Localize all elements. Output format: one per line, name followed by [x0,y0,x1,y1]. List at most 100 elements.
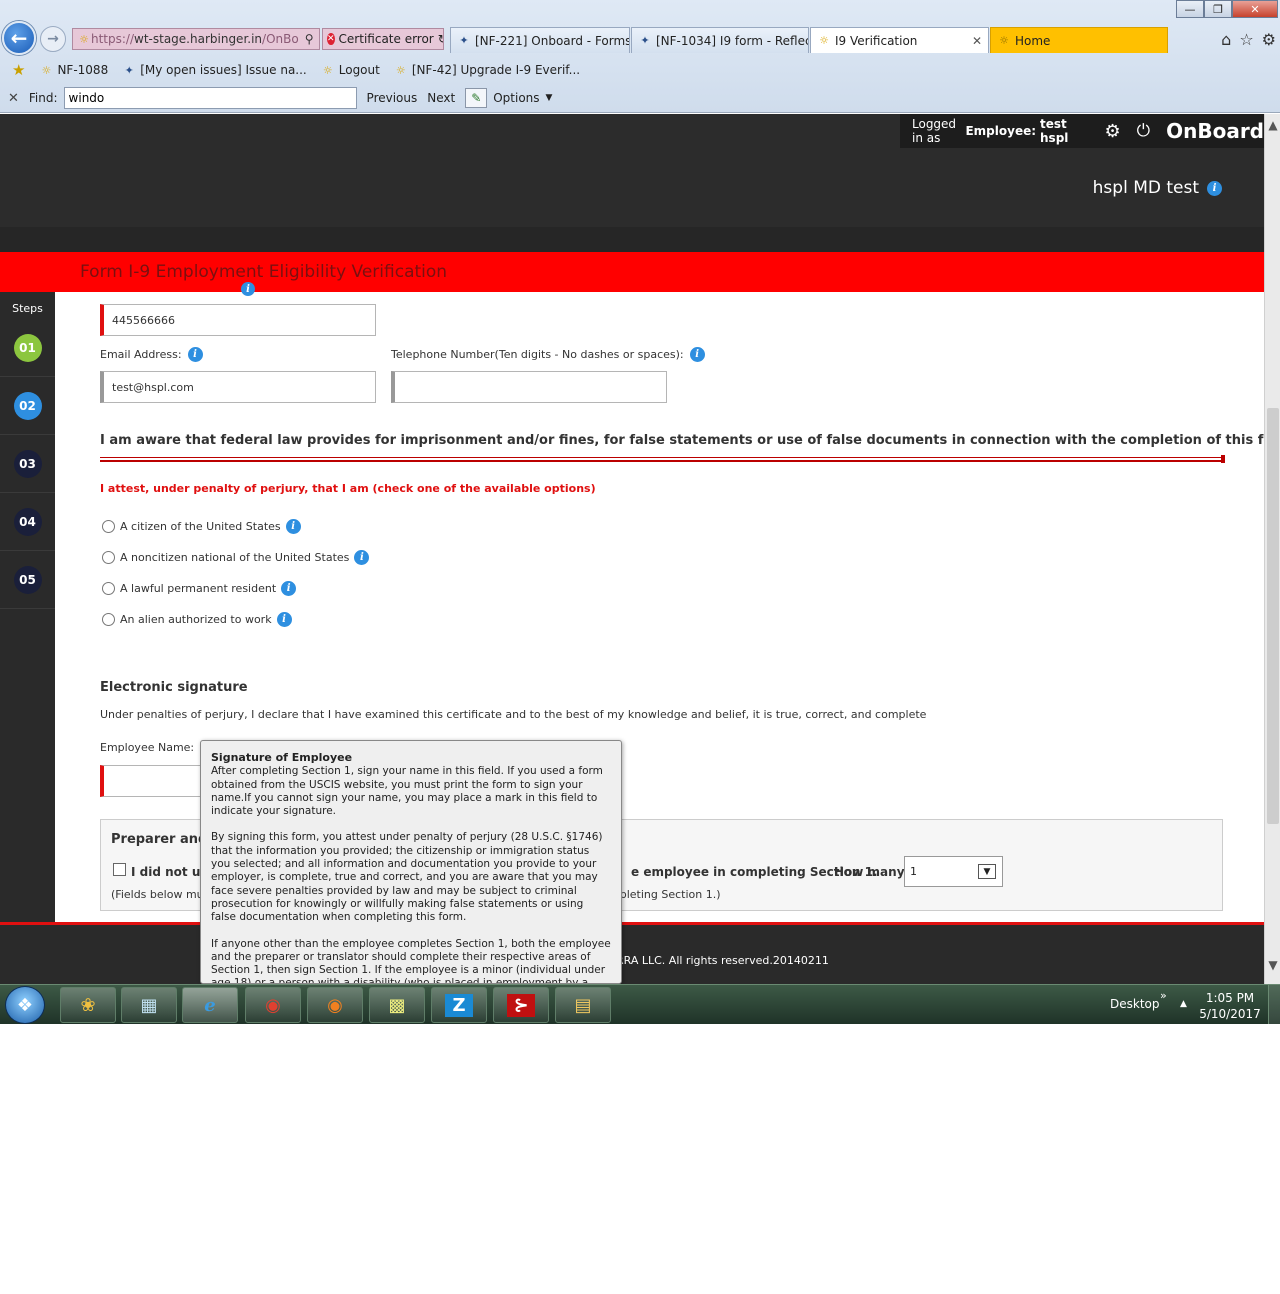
tab-i9-verification[interactable]: ☼ I9 Verification ✕ [810,27,989,53]
info-icon[interactable]: i [281,581,297,596]
employee-name-label: Employee Name: i [100,740,216,755]
preparer-title: Preparer and/ [111,832,213,847]
home-icon[interactable]: ⌂ [1221,30,1231,49]
favorite-nf-1088[interactable]: ☼ NF-1088 [39,63,109,77]
option-citizen[interactable]: A citizen of the United States i [102,519,301,534]
chevron-down-icon[interactable]: ▼ [978,864,996,879]
start-button[interactable]: ❖ [5,986,45,1024]
taskbar-chrome[interactable]: ◉ [245,987,301,1023]
chevron-right-icon[interactable]: » [1160,989,1167,1002]
federal-law-warning: I am aware that federal law provides for… [100,433,1264,448]
info-icon[interactable]: i [285,519,301,534]
favorite-my-open-issues[interactable]: ✦ [My open issues] Issue na... [122,63,307,77]
gear-icon[interactable]: ⚙ [1105,121,1121,142]
refresh-icon[interactable]: ↻ [438,32,443,46]
step-05[interactable]: 05 [0,551,55,609]
ssn-input[interactable]: 445566666 [100,304,376,336]
step-02[interactable]: 02 [0,377,55,435]
info-icon[interactable]: i [1207,180,1222,196]
option-alien-authorized[interactable]: An alien authorized to work i [102,612,292,627]
phone-label-text: Telephone Number(Ten digits - No dashes … [391,348,684,361]
option-label: A noncitizen national of the United Stat… [120,551,350,564]
scroll-thumb[interactable] [1267,408,1279,824]
find-options-button[interactable]: ✎ Options ▼ [465,88,552,108]
phone-field[interactable] [391,371,667,403]
maximize-button[interactable]: ❐ [1204,0,1232,18]
tray-arrow-icon[interactable]: ▲ [1180,999,1187,1009]
taskbar-zoho[interactable]: Z [431,987,487,1023]
step-04[interactable]: 04 [0,493,55,551]
sub-header [0,227,1264,252]
option-label: A lawful permanent resident [120,582,277,595]
citizen-radio[interactable] [102,520,115,533]
form-title: Form I-9 Employment Eligibility Verifica… [80,262,448,282]
how-many-select[interactable]: 1 ▼ [904,856,1003,887]
certificate-error-badge[interactable]: ✕ Certificate error ↻ [322,28,444,50]
address-bar[interactable]: ☼ https://wt-stage.harbinger.in/OnBo ⚲ [72,28,320,50]
taskbar-file-explorer[interactable]: ▤ [555,987,611,1023]
user-role: Employee: [965,124,1037,138]
favorites-star-icon[interactable]: ★ [12,61,25,79]
desktop-toolbar-label[interactable]: Desktop [1110,997,1160,1011]
find-previous-button[interactable]: Previous [367,91,418,105]
permanent-resident-radio[interactable] [102,582,115,595]
preparer-note-end: mpleting Section 1.) [609,888,721,901]
info-icon[interactable]: i [276,612,292,627]
taskbar-sticky-notes[interactable]: ▩ [369,987,425,1023]
info-icon[interactable]: i [689,347,705,362]
back-button[interactable]: ← [2,21,36,55]
minimize-button[interactable]: — [1176,0,1204,18]
ie-page-icon: ☼ [999,34,1009,47]
favorites-star-icon[interactable]: ☆ [1239,30,1253,49]
favorite-logout[interactable]: ☼ Logout [321,63,380,77]
power-icon[interactable]: ⏻ [1137,121,1150,141]
scroll-down-icon[interactable]: ▼ [1265,954,1280,976]
close-tab-icon[interactable]: ✕ [972,34,982,48]
info-icon[interactable]: i [354,550,370,565]
forward-button[interactable]: → [40,26,66,52]
url-scheme: https:// [91,32,135,46]
option-noncitizen-national[interactable]: A noncitizen national of the United Stat… [102,550,370,565]
step-number: 03 [13,449,42,478]
windows-taskbar: ❖ ❀ ▦ e ◉ ◉ ▩ Z ⊱ ▤ Desktop » ▲ 1:05 PM … [0,984,1280,1024]
highlight-pencil-icon[interactable]: ✎ [465,88,488,108]
settings-gear-icon[interactable]: ⚙ [1262,30,1276,49]
tab-nf-1034[interactable]: ✦ [NF-1034] I9 form - Reflecti... [631,27,809,53]
info-icon[interactable]: i [241,282,255,296]
taskbar-internet-explorer[interactable]: e [182,987,238,1023]
preparer-note: (Fields below must [111,888,214,901]
close-window-button[interactable]: ✕ [1232,0,1278,18]
favorite-nf-42[interactable]: ☼ [NF-42] Upgrade I-9 Everif... [394,63,580,77]
tab-nf-221[interactable]: ✦ [NF-221] Onboard - Forms ... [450,27,630,53]
ie-page-icon: ☼ [395,63,406,77]
notes-icon: ▦ [140,994,158,1016]
option-permanent-resident[interactable]: A lawful permanent resident i [102,581,297,596]
taskbar-paint[interactable]: ❀ [60,987,116,1023]
windows-logo-icon: ❖ [16,994,34,1016]
tooltip-paragraph: If anyone other than the employee comple… [211,937,611,984]
find-next-button[interactable]: Next [427,91,455,105]
scroll-up-icon[interactable]: ▲ [1265,114,1280,136]
preparer-checkbox[interactable] [113,863,126,876]
window-controls: — ❐ ✕ [1176,0,1278,18]
taskbar-notes[interactable]: ▦ [121,987,177,1023]
esignature-declaration: Under penalties of perjury, I declare th… [100,708,927,721]
system-clock[interactable]: 1:05 PM 5/10/2017 [1195,990,1265,1022]
step-01[interactable]: 01 [0,319,55,377]
tooltip-paragraph: After completing Section 1, sign your na… [211,765,603,818]
info-icon[interactable]: i [187,347,203,362]
vertical-scrollbar[interactable]: ▲ ▼ [1264,114,1280,984]
search-icon: ⚲ [304,32,314,46]
alien-authorized-radio[interactable] [102,613,115,626]
step-03[interactable]: 03 [0,435,55,493]
tab-home[interactable]: ☼ Home [990,27,1168,53]
error-icon: ✕ [327,33,335,45]
close-find-icon[interactable]: ✕ [8,91,19,106]
noncitizen-national-radio[interactable] [102,551,115,564]
show-desktop-button[interactable] [1268,985,1280,1024]
email-field[interactable]: test@hspl.com [100,371,376,403]
taskbar-acrobat[interactable]: ⊱ [493,987,549,1023]
signature-tooltip: Signature of Employee After completing S… [200,740,622,984]
taskbar-firefox[interactable]: ◉ [307,987,363,1023]
find-input[interactable] [63,87,357,109]
